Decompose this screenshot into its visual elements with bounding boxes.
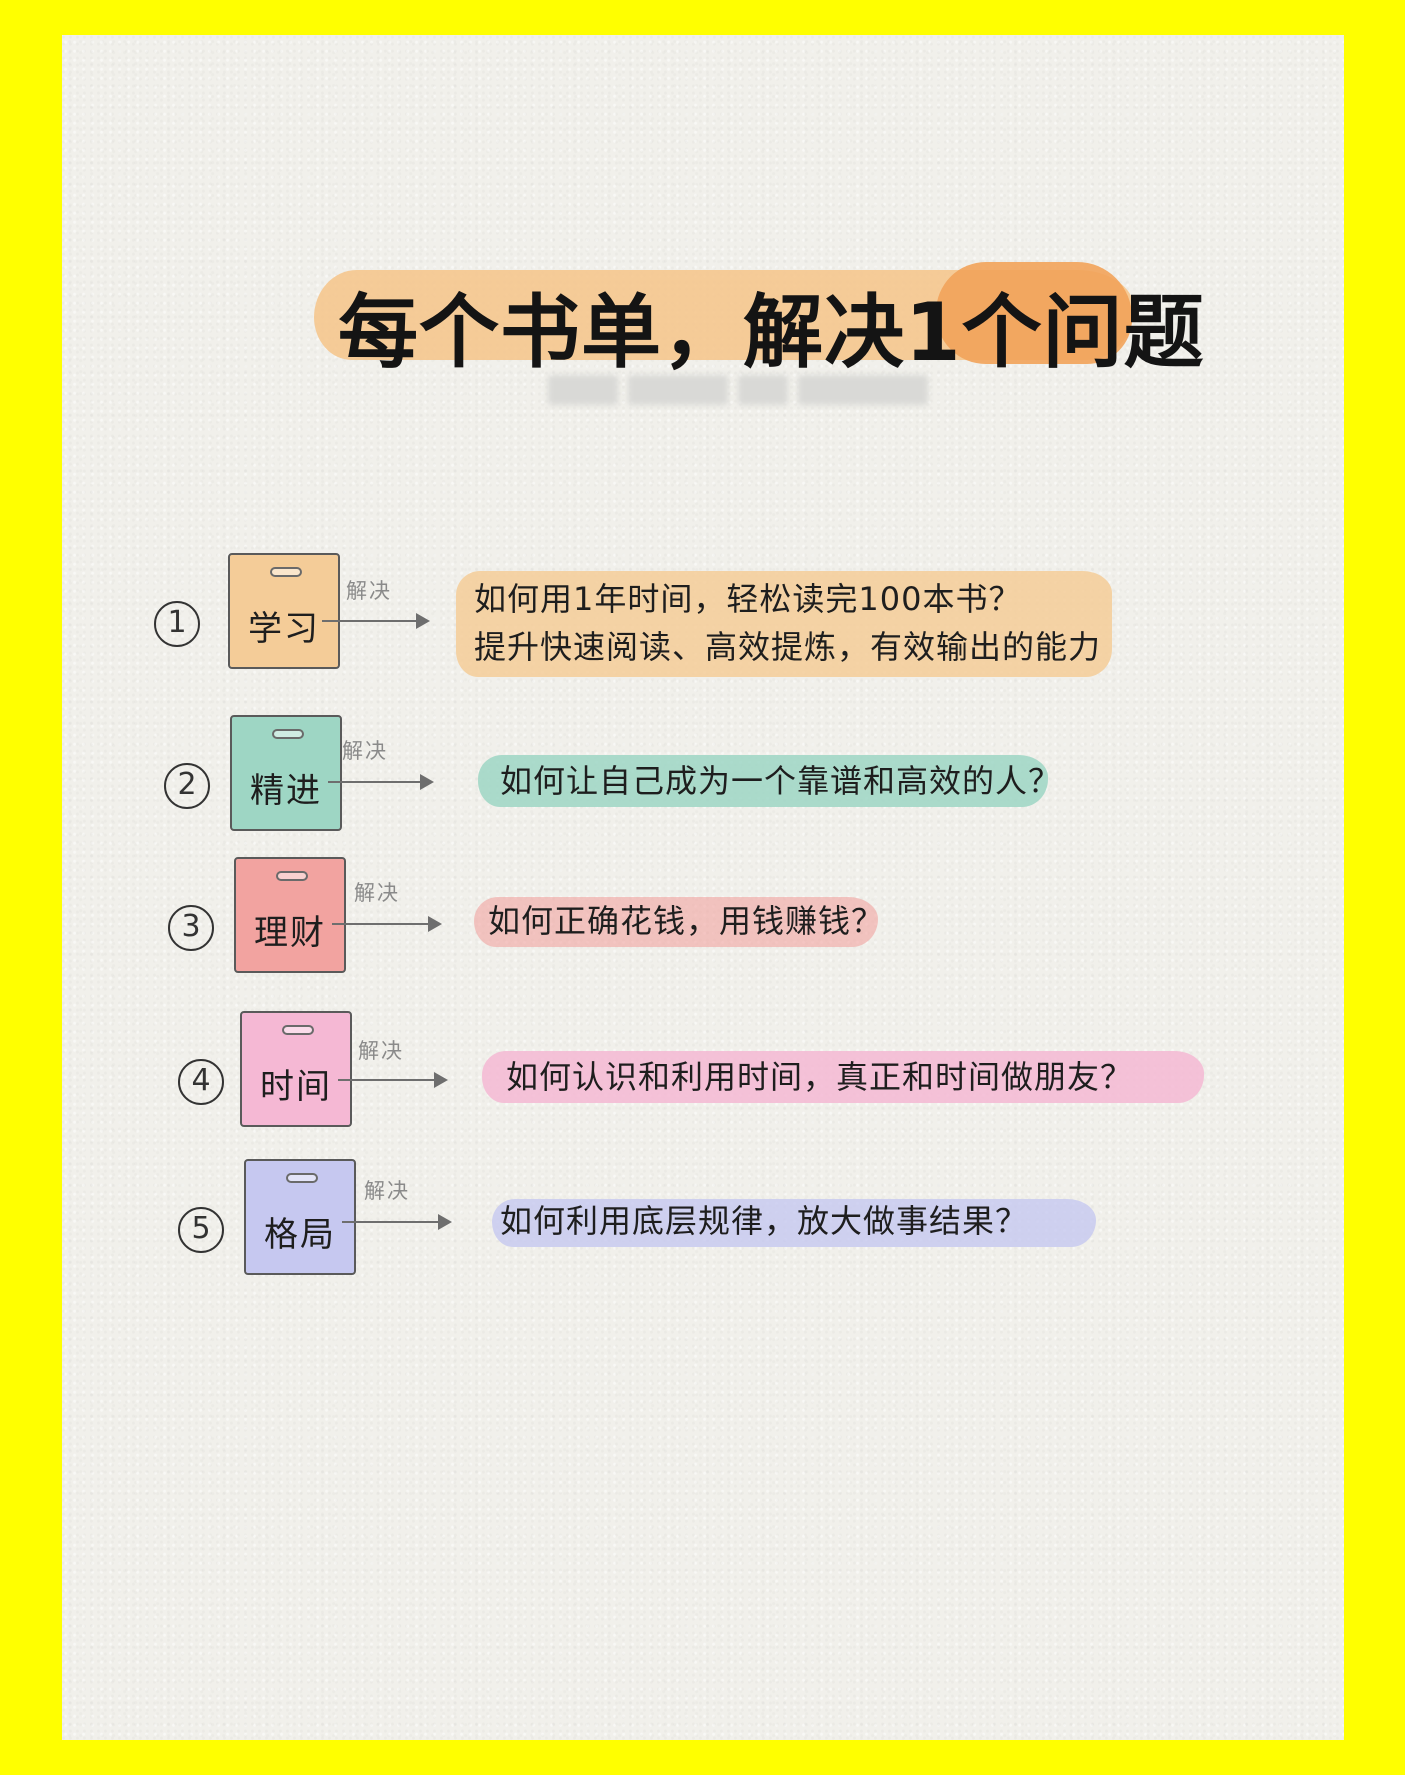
page-title: 每个书单，解决1个问题: [338, 286, 1205, 379]
arrow-icon: [342, 1214, 452, 1230]
category-bag: 格局: [244, 1159, 356, 1275]
question-line-1: 如何利用底层规律，放大做事结果？: [500, 1202, 1029, 1240]
category-bag: 理财: [234, 857, 346, 973]
solve-label: 解决: [358, 1039, 404, 1063]
category-bag: 学习: [228, 553, 340, 669]
category-label: 学习: [248, 609, 320, 649]
category-bag: 时间: [240, 1011, 352, 1127]
arrow-icon: [322, 613, 430, 629]
question-line-1: 如何让自己成为一个靠谱和高效的人？: [500, 762, 1062, 800]
solve-label: 解决: [342, 739, 388, 763]
question-line-1: 如何认识和利用时间，真正和时间做朋友？: [506, 1058, 1134, 1096]
title-area: 每个书单，解决1个问题: [314, 248, 1204, 379]
solve-label: 解决: [354, 881, 400, 905]
bag-handle-icon: [272, 729, 304, 739]
question-line-2: 提升快速阅读、高效提炼，有效输出的能力: [474, 628, 1102, 666]
number-badge: 4: [178, 1059, 224, 1105]
number-badge: 2: [164, 763, 210, 809]
arrow-icon: [338, 1072, 448, 1088]
list-item-5: 5 格局 解决 如何利用底层规律，放大做事结果？: [62, 35, 1405, 1275]
number-badge: 5: [178, 1207, 224, 1253]
category-label: 精进: [250, 771, 322, 811]
solve-label: 解决: [346, 579, 392, 603]
category-bag: 精进: [230, 715, 342, 831]
arrow-icon: [328, 774, 434, 790]
question-line-1: 如何正确花钱，用钱赚钱？: [488, 902, 885, 940]
category-label: 时间: [260, 1067, 332, 1107]
solve-label: 解决: [364, 1179, 410, 1203]
paper-card: 每个书单，解决1个问题 1 学习 解决 如何用1年时间，轻松读完100本书？ 提…: [62, 35, 1344, 1740]
bag-handle-icon: [276, 871, 308, 881]
category-label: 格局: [264, 1215, 336, 1255]
blurred-subtitle: [548, 375, 928, 409]
arrow-icon: [332, 916, 442, 932]
bag-handle-icon: [286, 1173, 318, 1183]
question-line-1: 如何用1年时间，轻松读完100本书？: [474, 580, 1022, 618]
bag-handle-icon: [270, 567, 302, 577]
bag-handle-icon: [282, 1025, 314, 1035]
number-badge: 1: [154, 601, 200, 647]
category-label: 理财: [254, 913, 326, 953]
number-badge: 3: [168, 905, 214, 951]
